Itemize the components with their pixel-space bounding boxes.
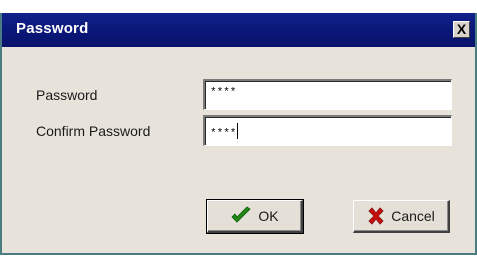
confirm-password-field[interactable]: **** bbox=[203, 115, 452, 146]
dialog-title: Password bbox=[16, 20, 89, 37]
password-dialog: Password X Password **** Confirm Passwor… bbox=[0, 13, 477, 255]
ok-button-label: OK bbox=[258, 208, 279, 224]
confirm-password-field-value: **** bbox=[210, 128, 237, 140]
title-bar[interactable]: Password X bbox=[2, 13, 475, 47]
password-label: Password bbox=[36, 87, 98, 103]
close-icon: X bbox=[456, 21, 467, 37]
cancel-button-label: Cancel bbox=[391, 208, 435, 224]
text-caret bbox=[237, 123, 239, 139]
ok-button[interactable]: OK bbox=[206, 199, 304, 234]
password-field-value: **** bbox=[210, 87, 237, 99]
checkmark-icon bbox=[230, 206, 252, 226]
cancel-button[interactable]: Cancel bbox=[353, 200, 450, 233]
close-button[interactable]: X bbox=[453, 21, 470, 38]
confirm-password-label: Confirm Password bbox=[36, 123, 151, 139]
password-field[interactable]: **** bbox=[203, 79, 452, 110]
red-x-icon bbox=[367, 207, 385, 225]
